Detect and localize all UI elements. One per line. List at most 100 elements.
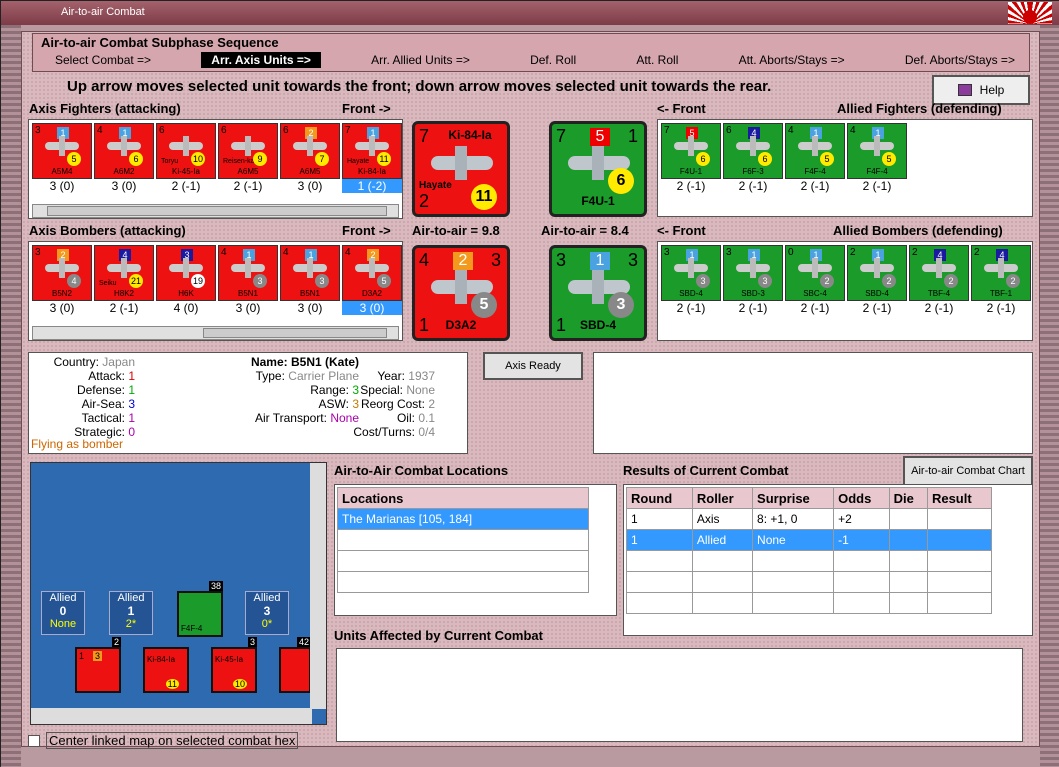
axis-fighter-lead-counter[interactable]: 7 Ki-84-Ia Hayate 2 11 xyxy=(412,121,510,217)
title-bar[interactable]: Air-to-air Combat xyxy=(1,1,1059,25)
unit-counter[interactable]: 2 4 2 TBF-4 2 (-1) xyxy=(909,245,969,315)
unit-chip[interactable]: 4 1 6 A6M2 xyxy=(94,123,154,179)
center-map-checkbox[interactable] xyxy=(28,734,40,747)
unit-chip[interactable]: 4 1 5 F4F-4 xyxy=(847,123,907,179)
plane-name: F4U-1 xyxy=(679,167,703,176)
unit-chip[interactable]: 0 1 2 SBC-4 xyxy=(785,245,845,301)
unit-value: 3 (0) xyxy=(280,179,340,193)
unit-counter[interactable]: 6 Toryu 10 Ki-45-Ia 2 (-1) xyxy=(156,123,216,193)
phase-step[interactable]: Def. Aborts/Stays => xyxy=(895,52,1025,68)
unit-chip[interactable]: 6 Toryu 10 Ki-45-Ia xyxy=(156,123,216,179)
location-row[interactable]: The Marianas [105, 184] xyxy=(337,508,589,530)
map-vertical-scrollbar[interactable] xyxy=(310,463,326,709)
plane-icon xyxy=(231,136,265,156)
scroll-thumb[interactable] xyxy=(47,206,387,216)
unit-counter[interactable]: 3 1 3 SBD-4 2 (-1) xyxy=(661,245,721,315)
range-circle: 6 xyxy=(129,152,143,166)
attack-value: 4 xyxy=(345,247,351,258)
results-row[interactable]: 1 Axis 8: +1, 0 +2 xyxy=(626,508,993,530)
unit-counter[interactable]: 3 2 4 B5N2 3 (0) xyxy=(32,245,92,315)
unit-counter[interactable]: 0 1 2 SBC-4 2 (-1) xyxy=(785,245,845,315)
unit-counter[interactable]: 4 2 5 D3A2 3 (0) xyxy=(342,245,402,315)
map-horizontal-scrollbar[interactable] xyxy=(31,708,312,724)
range-circle: 5 xyxy=(377,274,391,288)
unit-value: 3 (0) xyxy=(32,179,92,193)
unit-chip[interactable]: 6 2 7 A6M5 xyxy=(280,123,340,179)
unit-counter[interactable]: 4 1 3 B5N1 3 (0) xyxy=(218,245,278,315)
unit-chip[interactable]: 3 1 5 A5M4 xyxy=(32,123,92,179)
unit-counter[interactable]: 4 1 5 F4F-4 2 (-1) xyxy=(785,123,845,193)
unit-counter[interactable]: 3 1 3 SBD-3 2 (-1) xyxy=(723,245,783,315)
message-box xyxy=(593,352,1033,454)
unit-chip[interactable]: 6 Reisen-kai 9 A6M5 xyxy=(218,123,278,179)
plane-name: SBD-4 xyxy=(865,289,889,298)
axis-ready-button[interactable]: Axis Ready xyxy=(483,352,583,380)
axis-fighters-scrollbar[interactable] xyxy=(32,204,399,218)
tactical-label: Tactical: xyxy=(81,411,125,425)
unit-chip[interactable]: 3 1 3 SBD-4 xyxy=(661,245,721,301)
unit-chip[interactable]: 4 1 3 B5N1 xyxy=(280,245,340,301)
phase-step[interactable]: Arr. Allied Units => xyxy=(361,52,480,68)
airsea-label: Air-Sea: xyxy=(81,397,125,411)
unit-chip[interactable]: 3 1 3 SBD-3 xyxy=(723,245,783,301)
allied-fighter-lead-counter[interactable]: 7 5 1 6 F4U-1 xyxy=(549,121,647,217)
unit-counter[interactable]: 7 5 6 F4U-1 2 (-1) xyxy=(661,123,721,193)
unit-counter[interactable]: 4 Seiku 21 H8K2 2 (-1) xyxy=(94,245,154,315)
plane-name: F6F-3 xyxy=(742,167,764,176)
unit-chip[interactable]: 7 1 Hayate 11 Ki-84-Ia xyxy=(342,123,402,179)
unit-counter[interactable]: 6 4 6 F6F-3 2 (-1) xyxy=(723,123,783,193)
unit-chip[interactable]: 4 1 5 F4F-4 xyxy=(785,123,845,179)
air-combat-chart-button[interactable]: Air-to-air Combat Chart xyxy=(903,456,1033,486)
phase-step[interactable]: Def. Roll xyxy=(520,52,586,68)
unit-counter[interactable]: 4 1 6 A6M2 3 (0) xyxy=(94,123,154,193)
tactical-value: 1 xyxy=(128,411,135,425)
range-circle: 3 xyxy=(608,292,634,318)
unit-counter[interactable]: 4 1 3 B5N1 3 (0) xyxy=(280,245,340,315)
map-allied-fighter-stack[interactable]: 38 F4F-4 xyxy=(177,581,223,637)
affected-units-title: Units Affected by Current Combat xyxy=(334,628,543,643)
allied-bomber-lead-counter[interactable]: 3 1 3 3 1 SBD-4 xyxy=(549,245,647,341)
unit-chip[interactable]: 2 4 2 TBF-4 xyxy=(909,245,969,301)
unit-chip[interactable]: 4 2 5 D3A2 xyxy=(342,245,402,301)
map-axis-stack-4[interactable]: 42 xyxy=(279,637,311,693)
phase-step[interactable]: Att. Aborts/Stays => xyxy=(729,52,855,68)
unit-chip[interactable]: 6 4 6 F6F-3 xyxy=(723,123,783,179)
unit-counter[interactable]: 3 19 H6K 4 (0) xyxy=(156,245,216,315)
unit-counter[interactable]: 7 1 Hayate 11 Ki-84-Ia 1 (-2) xyxy=(342,123,402,193)
unit-counter[interactable]: 2 4 2 TBF-1 2 (-1) xyxy=(971,245,1031,315)
unit-chip[interactable]: 2 1 2 SBD-4 xyxy=(847,245,907,301)
map-axis-stack-1[interactable]: 2 1 3 xyxy=(75,637,121,693)
phase-step[interactable]: Arr. Axis Units => xyxy=(201,52,321,68)
unit-chip[interactable]: 2 4 2 TBF-1 xyxy=(971,245,1031,301)
linked-map[interactable]: Allied 0 None Allied 1 2* Allied 3 0* 38… xyxy=(30,462,327,725)
map-axis-stack-2[interactable]: Ki-84-Ia 11 xyxy=(143,647,189,693)
unit-chip[interactable]: 7 5 6 F4U-1 xyxy=(661,123,721,179)
range-circle: 5 xyxy=(471,292,497,318)
reorg-label: Reorg Cost: xyxy=(360,397,425,411)
axis-bombers-scrollbar[interactable] xyxy=(32,326,399,340)
phase-sequence-panel: Air-to-air Combat Subphase Sequence Sele… xyxy=(32,33,1030,72)
unit-counter[interactable]: 6 Reisen-kai 9 A6M5 2 (-1) xyxy=(218,123,278,193)
cell-result xyxy=(926,529,993,551)
allied-fighters-label: Allied Fighters (defending) xyxy=(837,101,1002,116)
unit-chip[interactable]: 3 19 H6K xyxy=(156,245,216,301)
plane-icon xyxy=(293,258,327,278)
unit-value: 2 (-1) xyxy=(218,179,278,193)
unit-counter[interactable]: 3 1 5 A5M4 3 (0) xyxy=(32,123,92,193)
phase-step[interactable]: Att. Roll xyxy=(626,52,688,68)
unit-counter[interactable]: 6 2 7 A6M5 3 (0) xyxy=(280,123,340,193)
map-axis-stack-3[interactable]: 3 Ki-45-Ia 10 xyxy=(211,637,257,693)
range-circle: 9 xyxy=(253,152,267,166)
unit-counter[interactable]: 4 1 5 F4F-4 2 (-1) xyxy=(847,123,907,193)
unit-counter[interactable]: 2 1 2 SBD-4 2 (-1) xyxy=(847,245,907,315)
scroll-thumb[interactable] xyxy=(203,328,387,338)
results-row[interactable]: 1 Allied None -1 xyxy=(626,529,993,551)
unit-chip[interactable]: 4 Seiku 21 H8K2 xyxy=(94,245,154,301)
unit-chip[interactable]: 3 2 4 B5N2 xyxy=(32,245,92,301)
center-map-option[interactable]: Center linked map on selected combat hex xyxy=(28,732,299,749)
phase-step[interactable]: Select Combat => xyxy=(45,52,161,68)
special-value: None xyxy=(406,383,435,397)
axis-bomber-lead-counter[interactable]: 4 2 3 5 1 D3A2 xyxy=(412,245,510,341)
unit-chip[interactable]: 4 1 3 B5N1 xyxy=(218,245,278,301)
plane-subname: Seiku xyxy=(99,280,117,287)
